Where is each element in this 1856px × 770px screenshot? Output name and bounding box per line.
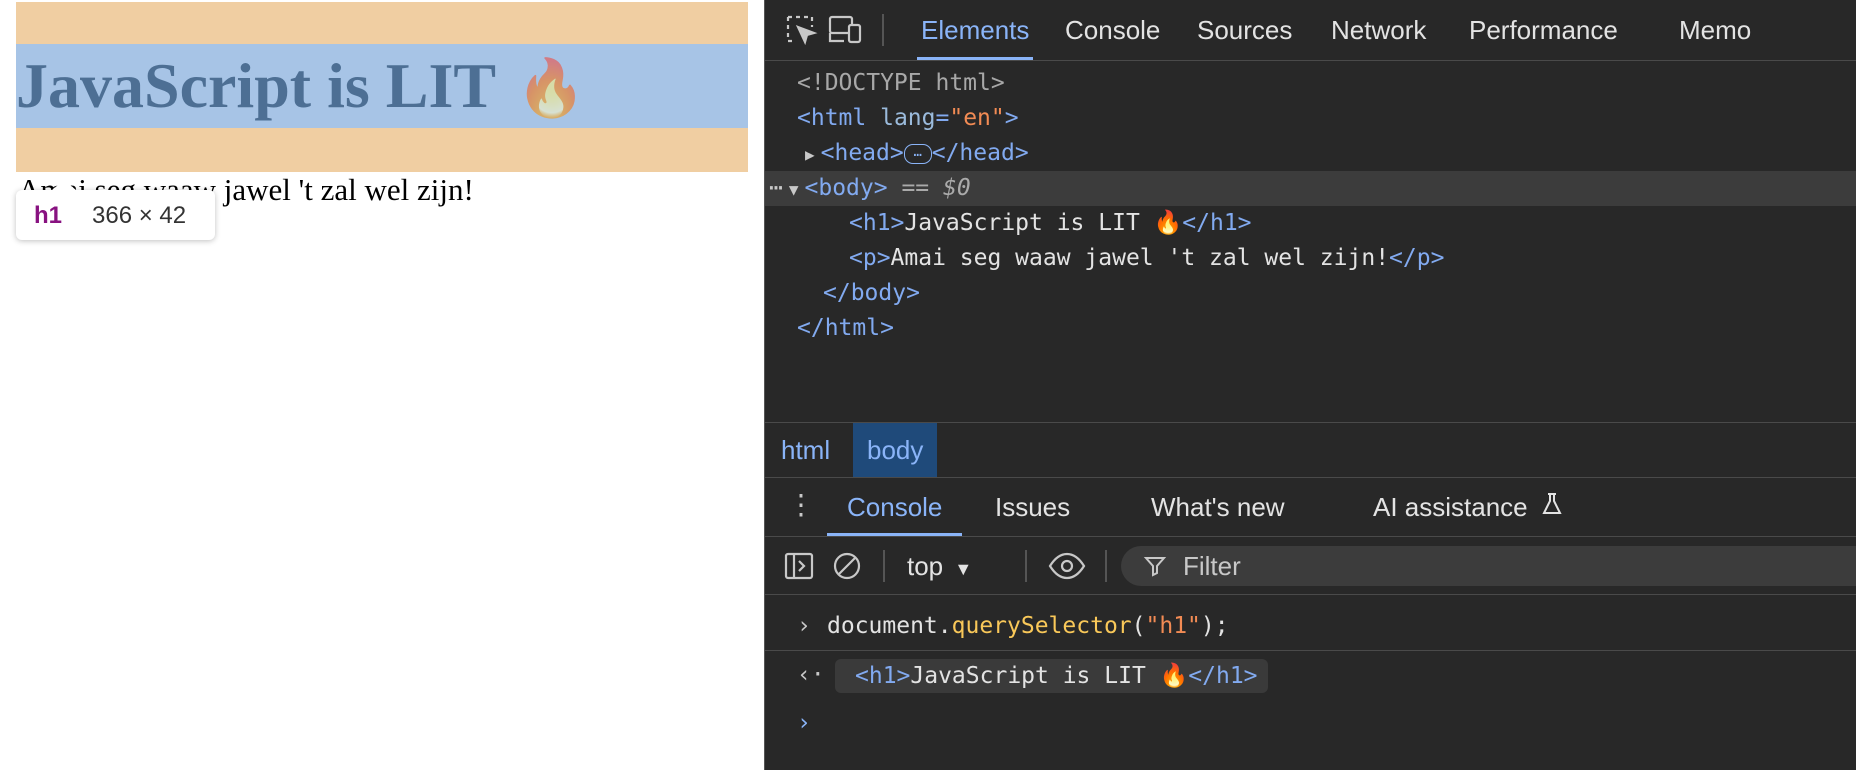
breadcrumb-html[interactable]: html [767, 423, 844, 477]
drawer-tab-issues[interactable]: Issues [995, 478, 1070, 536]
drawer-menu-icon[interactable]: ⋮ [787, 490, 815, 520]
breadcrumb-body[interactable]: body [853, 423, 938, 477]
drawer-tab-whats-new[interactable]: What's new [1151, 478, 1285, 536]
device-toolbar-icon[interactable] [827, 12, 863, 48]
filter-placeholder: Filter [1183, 551, 1241, 581]
drawer-tab-ai-assistance[interactable]: AI assistance [1373, 478, 1563, 536]
output-open: <h1> [855, 663, 911, 689]
filter-input[interactable]: Filter [1121, 546, 1856, 586]
output-close: </h1> [1188, 663, 1258, 689]
ai-assistance-label: AI assistance [1373, 492, 1528, 522]
head-ellipsis[interactable]: … [903, 143, 932, 164]
p-open: <p> [849, 245, 891, 271]
drawer-tabbar: ⋮ Console Issues What's new AI assistanc… [765, 478, 1856, 537]
filter-funnel-icon [1143, 554, 1167, 583]
breadcrumb: html body [765, 422, 1856, 478]
clear-console-icon[interactable] [831, 550, 863, 587]
prompt-caret-icon: › [797, 710, 811, 736]
console-toolbar: top ▼ Filter [765, 538, 1856, 595]
inspect-tooltip: h1 366 × 42 [16, 180, 215, 240]
node-menu-icon[interactable]: ⋯ [769, 175, 783, 201]
page-viewport: JavaScript is LIT 🔥 Amai seg waaw jawel '… [0, 0, 764, 770]
html-attr-value: "en" [949, 105, 1005, 131]
input-close: ); [1200, 613, 1229, 639]
dom-h1-row[interactable]: <h1>JavaScript is LIT 🔥</h1> [849, 206, 1252, 241]
h1-open: <h1> [849, 210, 905, 236]
h1-close: </h1> [1182, 210, 1252, 236]
expand-triangle-icon[interactable]: ▶ [805, 145, 815, 164]
html-close-bracket: > [1004, 105, 1019, 131]
output-content: JavaScript is LIT 🔥 [910, 663, 1189, 689]
console-divider-2 [1025, 550, 1027, 582]
devtools-panel: Elements Console Sources Network Perform… [764, 0, 1856, 770]
dom-doctype[interactable]: <!DOCTYPE html> [797, 66, 1005, 101]
collapse-triangle-icon[interactable]: ▼ [789, 180, 799, 199]
dom-html-close[interactable]: </html> [797, 311, 894, 346]
drawer-tab-console[interactable]: Console [827, 478, 963, 536]
input-arg: "h1" [1145, 613, 1201, 639]
dom-head-row[interactable]: ▶ <head>… </head> [805, 136, 1029, 171]
page-heading: JavaScript is LIT 🔥 [16, 44, 586, 128]
toolbar-divider [882, 14, 884, 46]
tab-memory[interactable]: Memo [1679, 0, 1751, 60]
p-content: Amai seg waaw jawel 't zal wel zijn! [890, 245, 1390, 271]
tab-network[interactable]: Network [1331, 0, 1426, 60]
dom-html-open[interactable]: <html lang="en"> [797, 101, 1019, 136]
console-divider-3 [1105, 550, 1107, 582]
console-prompt-line[interactable]: › [765, 699, 1856, 747]
p-close: </p> [1389, 245, 1445, 271]
tooltip-size: 366 × 42 [92, 202, 187, 229]
html-attr-name: lang [880, 105, 936, 131]
h1-content: JavaScript is LIT 🔥 [904, 210, 1183, 236]
prompt-chevron-icon: › [797, 613, 811, 639]
selected-marker: == $0 [901, 175, 971, 201]
fire-emoji: 🔥 [516, 58, 586, 120]
live-expression-eye-icon[interactable] [1047, 550, 1087, 587]
result-arrow-icon: ‹· [797, 662, 825, 688]
dom-p-row[interactable]: <p>Amai seg waaw jawel 't zal wel zijn!<… [849, 241, 1444, 276]
context-label: top [907, 551, 944, 581]
console-input-line: › document.querySelector("h1"); [765, 602, 1856, 651]
inspect-element-icon[interactable] [783, 12, 819, 48]
html-open-tag: <html [797, 105, 867, 131]
context-selector[interactable]: top ▼ [907, 538, 972, 594]
tooltip-tag: h1 [34, 202, 63, 229]
sidebar-toggle-icon[interactable] [783, 550, 815, 587]
input-open-paren: ( [1131, 613, 1146, 639]
head-close: </head> [931, 140, 1029, 166]
dom-body-row[interactable]: ⋯ ▼ <body> == $0 [769, 171, 971, 206]
body-open: <body> [804, 175, 888, 201]
input-method: querySelector [951, 613, 1132, 639]
flask-icon [1541, 492, 1563, 522]
tab-console[interactable]: Console [1065, 0, 1160, 60]
console-result-line: ‹· <h1>JavaScript is LIT 🔥</h1> [765, 651, 1856, 699]
tab-elements[interactable]: Elements [917, 0, 1034, 60]
result-element[interactable]: <h1>JavaScript is LIT 🔥</h1> [835, 659, 1268, 693]
tab-performance[interactable]: Performance [1469, 0, 1618, 60]
tab-sources[interactable]: Sources [1197, 0, 1292, 60]
input-object: document. [827, 613, 952, 639]
dropdown-arrow-icon: ▼ [954, 559, 973, 579]
console-divider-1 [883, 550, 885, 582]
devtools-topbar: Elements Console Sources Network Perform… [765, 0, 1856, 61]
head-open: <head> [820, 140, 904, 166]
page-heading-text: JavaScript is LIT [16, 50, 497, 121]
dom-body-close[interactable]: </body> [823, 276, 920, 311]
